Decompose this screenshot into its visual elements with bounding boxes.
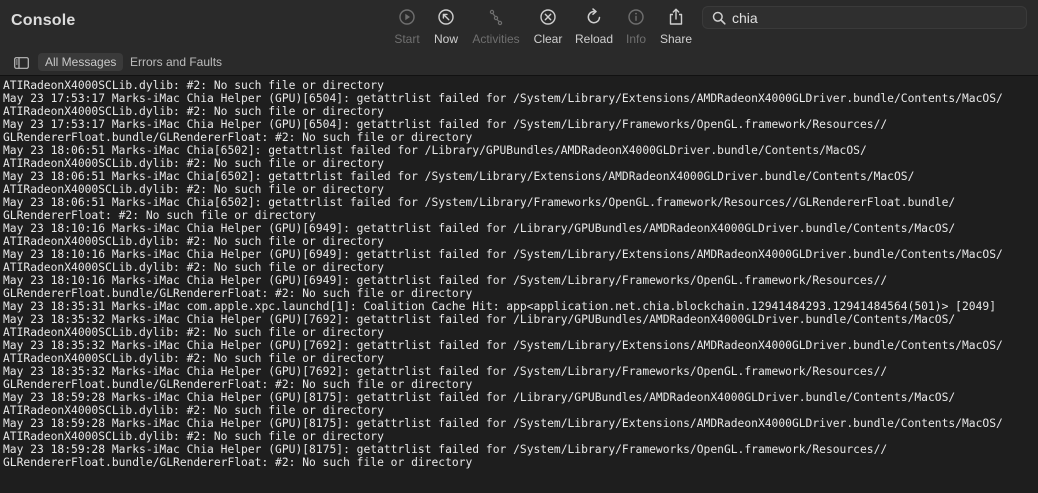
log-line: ATIRadeonX4000SCLib.dylib: #2: No such f… [3, 352, 384, 365]
activities-button[interactable]: Activities [466, 6, 526, 50]
log-line: GLRendererFloat: #2: No such file or dir… [3, 209, 316, 222]
share-icon [669, 8, 683, 25]
tab-all-messages[interactable]: All Messages [38, 53, 124, 71]
info-circle-icon [628, 9, 644, 25]
log-line: GLRendererFloat.bundle/GLRendererFloat: … [3, 287, 473, 300]
log-line: May 23 18:10:16 Marks-iMac Chia Helper (… [3, 222, 956, 235]
log-lines: ATIRadeonX4000SCLib.dylib: #2: No such f… [3, 79, 1003, 469]
log-line: May 23 18:06:51 Marks-iMac Chia[6502]: g… [3, 144, 867, 157]
log-line: May 23 18:10:16 Marks-iMac Chia Helper (… [3, 248, 1003, 261]
log-line: ATIRadeonX4000SCLib.dylib: #2: No such f… [3, 235, 384, 248]
log-line: ATIRadeonX4000SCLib.dylib: #2: No such f… [3, 404, 384, 417]
tab-errors-and-faults[interactable]: Errors and Faults [123, 53, 229, 71]
log-line: May 23 18:59:28 Marks-iMac Chia Helper (… [3, 443, 888, 456]
play-circle-icon [399, 9, 415, 25]
log-line: May 23 18:35:32 Marks-iMac Chia Helper (… [3, 339, 1003, 352]
log-line: May 23 18:35:32 Marks-iMac Chia Helper (… [3, 313, 956, 326]
arrow-up-left-circle-icon [438, 9, 454, 25]
log-line: May 23 18:10:16 Marks-iMac Chia Helper (… [3, 274, 888, 287]
log-line: GLRendererFloat.bundle/GLRendererFloat: … [3, 131, 473, 144]
window-title: Console [11, 12, 76, 29]
activities-label: Activities [472, 32, 520, 46]
log-line: ATIRadeonX4000SCLib.dylib: #2: No such f… [3, 105, 384, 118]
log-line: May 23 18:06:51 Marks-iMac Chia[6502]: g… [3, 170, 915, 183]
log-line: May 23 18:59:28 Marks-iMac Chia Helper (… [3, 391, 956, 404]
filter-bar: All Messages Errors and Faults [0, 52, 1038, 76]
log-line: May 23 18:35:31 Marks-iMac com.apple.xpc… [3, 300, 996, 313]
log-line: ATIRadeonX4000SCLib.dylib: #2: No such f… [3, 183, 384, 196]
log-line: GLRendererFloat.bundle/GLRendererFloat: … [3, 456, 473, 469]
log-line: ATIRadeonX4000SCLib.dylib: #2: No such f… [3, 79, 384, 92]
reload-icon [587, 8, 601, 24]
log-line: ATIRadeonX4000SCLib.dylib: #2: No such f… [3, 430, 384, 443]
x-circle-icon [540, 9, 556, 25]
log-line: May 23 18:06:51 Marks-iMac Chia[6502]: g… [3, 196, 956, 209]
log-line: ATIRadeonX4000SCLib.dylib: #2: No such f… [3, 261, 384, 274]
log-line: May 23 17:53:17 Marks-iMac Chia Helper (… [3, 118, 888, 131]
toolbar: Console Start Now Activities Clear Reloa… [0, 0, 1038, 52]
log-view[interactable]: ATIRadeonX4000SCLib.dylib: #2: No such f… [0, 76, 1038, 493]
share-label: Share [659, 32, 693, 46]
sidebar-toggle-icon[interactable] [14, 57, 29, 69]
share-button[interactable]: Share [646, 6, 706, 50]
search-icon [712, 11, 726, 25]
log-line: May 23 18:35:32 Marks-iMac Chia Helper (… [3, 365, 888, 378]
log-line: ATIRadeonX4000SCLib.dylib: #2: No such f… [3, 326, 384, 339]
log-line: May 23 18:59:28 Marks-iMac Chia Helper (… [3, 417, 1003, 430]
search-input[interactable] [732, 8, 1012, 27]
log-line: May 23 17:53:17 Marks-iMac Chia Helper (… [3, 92, 1003, 105]
log-line: ATIRadeonX4000SCLib.dylib: #2: No such f… [3, 157, 384, 170]
log-line: GLRendererFloat.bundle/GLRendererFloat: … [3, 378, 473, 391]
activity-nodes-icon [489, 9, 503, 26]
search-field[interactable] [702, 6, 1027, 29]
